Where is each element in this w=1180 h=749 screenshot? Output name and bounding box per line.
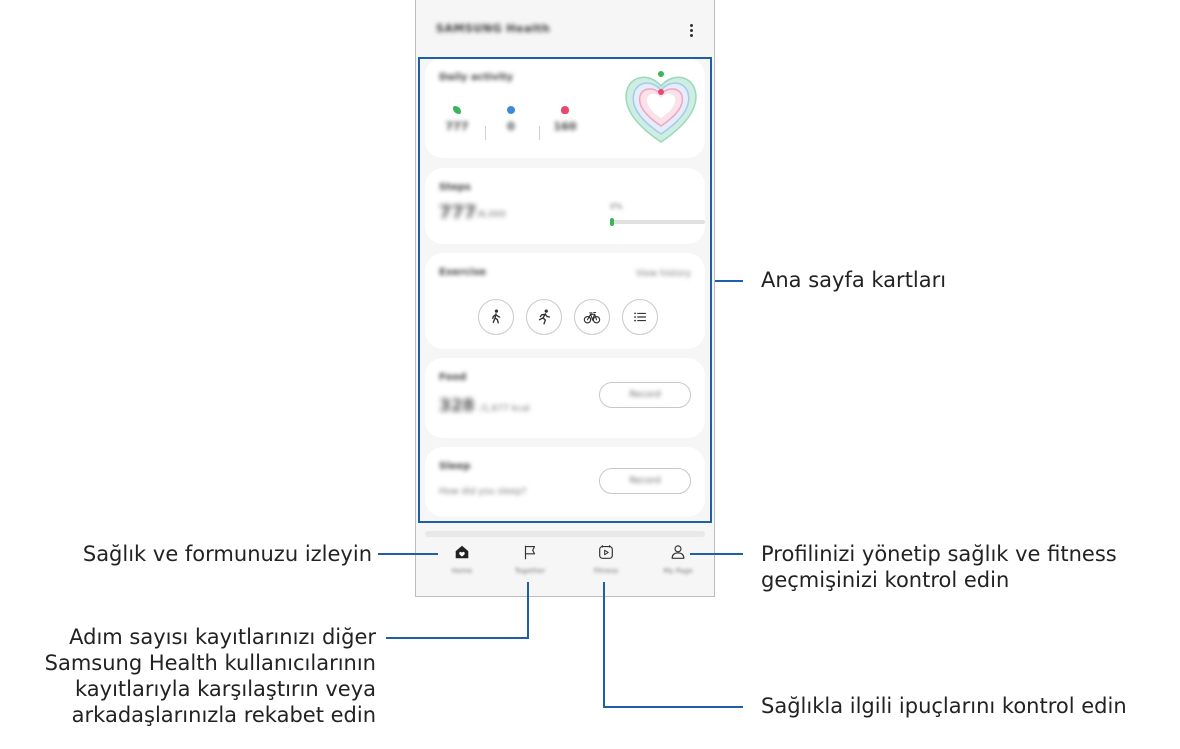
record-label: Record xyxy=(629,476,661,486)
activity-steps-stat: 777 xyxy=(437,106,477,133)
app-title: SAMSUNG Health xyxy=(436,22,551,35)
nav-my-page[interactable]: My Page xyxy=(648,543,708,575)
record-sleep-button[interactable]: Record xyxy=(599,468,691,494)
activity-heart-rings-icon xyxy=(625,71,697,143)
steps-card[interactable]: Steps 777 /6,000 0% xyxy=(425,168,705,244)
callout-line-together-v xyxy=(527,582,529,638)
walking-button[interactable] xyxy=(478,299,514,335)
app-bar: SAMSUNG Health xyxy=(416,0,714,60)
cycling-icon xyxy=(583,311,601,324)
running-icon xyxy=(538,309,551,325)
flag-icon xyxy=(524,545,536,560)
activity-calories-stat: 160 xyxy=(545,106,585,133)
callout-line-tips-h xyxy=(603,706,743,708)
exercise-list-button[interactable] xyxy=(622,299,658,335)
flame-icon xyxy=(561,106,569,114)
sleep-question: How did you sleep? xyxy=(439,487,527,497)
divider xyxy=(539,126,540,140)
walking-icon xyxy=(492,309,501,324)
daily-activity-card[interactable]: Daily activity 777 0 160 xyxy=(425,58,705,158)
steps-goal-unit: /6,000 xyxy=(477,210,506,220)
food-card[interactable]: Food 328 /1,677 kcal Record xyxy=(425,358,705,438)
phone-screen: SAMSUNG Health Daily activity 777 0 160 xyxy=(415,0,715,597)
callout-profile: Profilinizi yönetip sağlık ve fitness ge… xyxy=(761,541,1117,593)
nav-together[interactable]: Together xyxy=(500,543,560,575)
nav-fitness[interactable]: Fitness xyxy=(576,543,636,575)
food-calories: 328 xyxy=(439,396,475,416)
running-button[interactable] xyxy=(526,299,562,335)
nav-label: My Page xyxy=(663,567,693,575)
steps-progress-fill xyxy=(610,218,614,226)
record-food-button[interactable]: Record xyxy=(599,382,691,408)
cycling-button[interactable] xyxy=(574,299,610,335)
callout-line-home-cards xyxy=(715,280,743,282)
callout-line-track-health xyxy=(378,553,438,555)
callout-together-line: kayıtlarıyla karşılaştırın veya xyxy=(74,677,376,701)
nav-label: Together xyxy=(514,567,546,575)
divider xyxy=(485,126,486,140)
nav-home[interactable]: Home xyxy=(432,543,492,575)
shoe-icon xyxy=(453,106,461,114)
nav-label: Home xyxy=(451,567,473,575)
record-label: Record xyxy=(629,390,661,400)
nav-label: Fitness xyxy=(593,567,619,575)
activity-minutes-stat: 0 xyxy=(491,106,531,133)
callout-track-health: Sağlık ve formunuzu izleyin xyxy=(82,542,372,566)
callout-line-profile xyxy=(690,553,743,555)
callout-profile-line: Profilinizi yönetip sağlık ve fitness xyxy=(761,542,1117,566)
steps-percent: 0% xyxy=(610,202,623,211)
activity-steps-value: 777 xyxy=(445,120,469,133)
callout-line-tips-v xyxy=(603,582,605,707)
card-title: Daily activity xyxy=(439,72,514,83)
card-title: Food xyxy=(439,372,467,383)
activity-minutes-value: 0 xyxy=(507,120,515,133)
activity-calories-value: 160 xyxy=(553,120,577,133)
bottom-navigation: Home Together Fitness My Page xyxy=(416,537,714,596)
list-icon xyxy=(634,312,646,322)
view-history-link[interactable]: View history xyxy=(636,269,691,279)
person-icon xyxy=(671,545,685,559)
callout-together: Adım sayısı kayıtlarınızı diğer Samsung … xyxy=(45,624,376,728)
card-title: Sleep xyxy=(439,461,471,472)
play-icon xyxy=(599,545,613,559)
callout-profile-line: geçmişinizi kontrol edin xyxy=(761,568,1010,592)
callout-together-line: Samsung Health kullanıcılarının xyxy=(44,651,376,675)
more-options-button[interactable] xyxy=(686,20,696,40)
sleep-card[interactable]: Sleep How did you sleep? Record xyxy=(425,447,705,517)
steps-progress-track xyxy=(610,220,705,224)
callout-tips: Sağlıkla ilgili ipuçlarını kontrol edin xyxy=(761,694,1127,718)
steps-count: 777 xyxy=(439,202,477,223)
food-calories-goal: /1,677 kcal xyxy=(480,404,530,414)
callout-home-cards: Ana sayfa kartları xyxy=(761,268,947,292)
callout-together-line: Adım sayısı kayıtlarınızı diğer xyxy=(69,625,376,649)
clock-icon xyxy=(507,106,515,114)
more-vertical-icon xyxy=(689,23,693,27)
card-title: Exercise xyxy=(439,267,487,278)
callout-together-line: arkadaşlarınızla rekabet edin xyxy=(71,703,376,727)
exercise-card[interactable]: Exercise View history xyxy=(425,253,705,349)
card-title: Steps xyxy=(439,182,471,193)
callout-line-together-h xyxy=(386,637,529,639)
home-icon xyxy=(455,545,469,559)
